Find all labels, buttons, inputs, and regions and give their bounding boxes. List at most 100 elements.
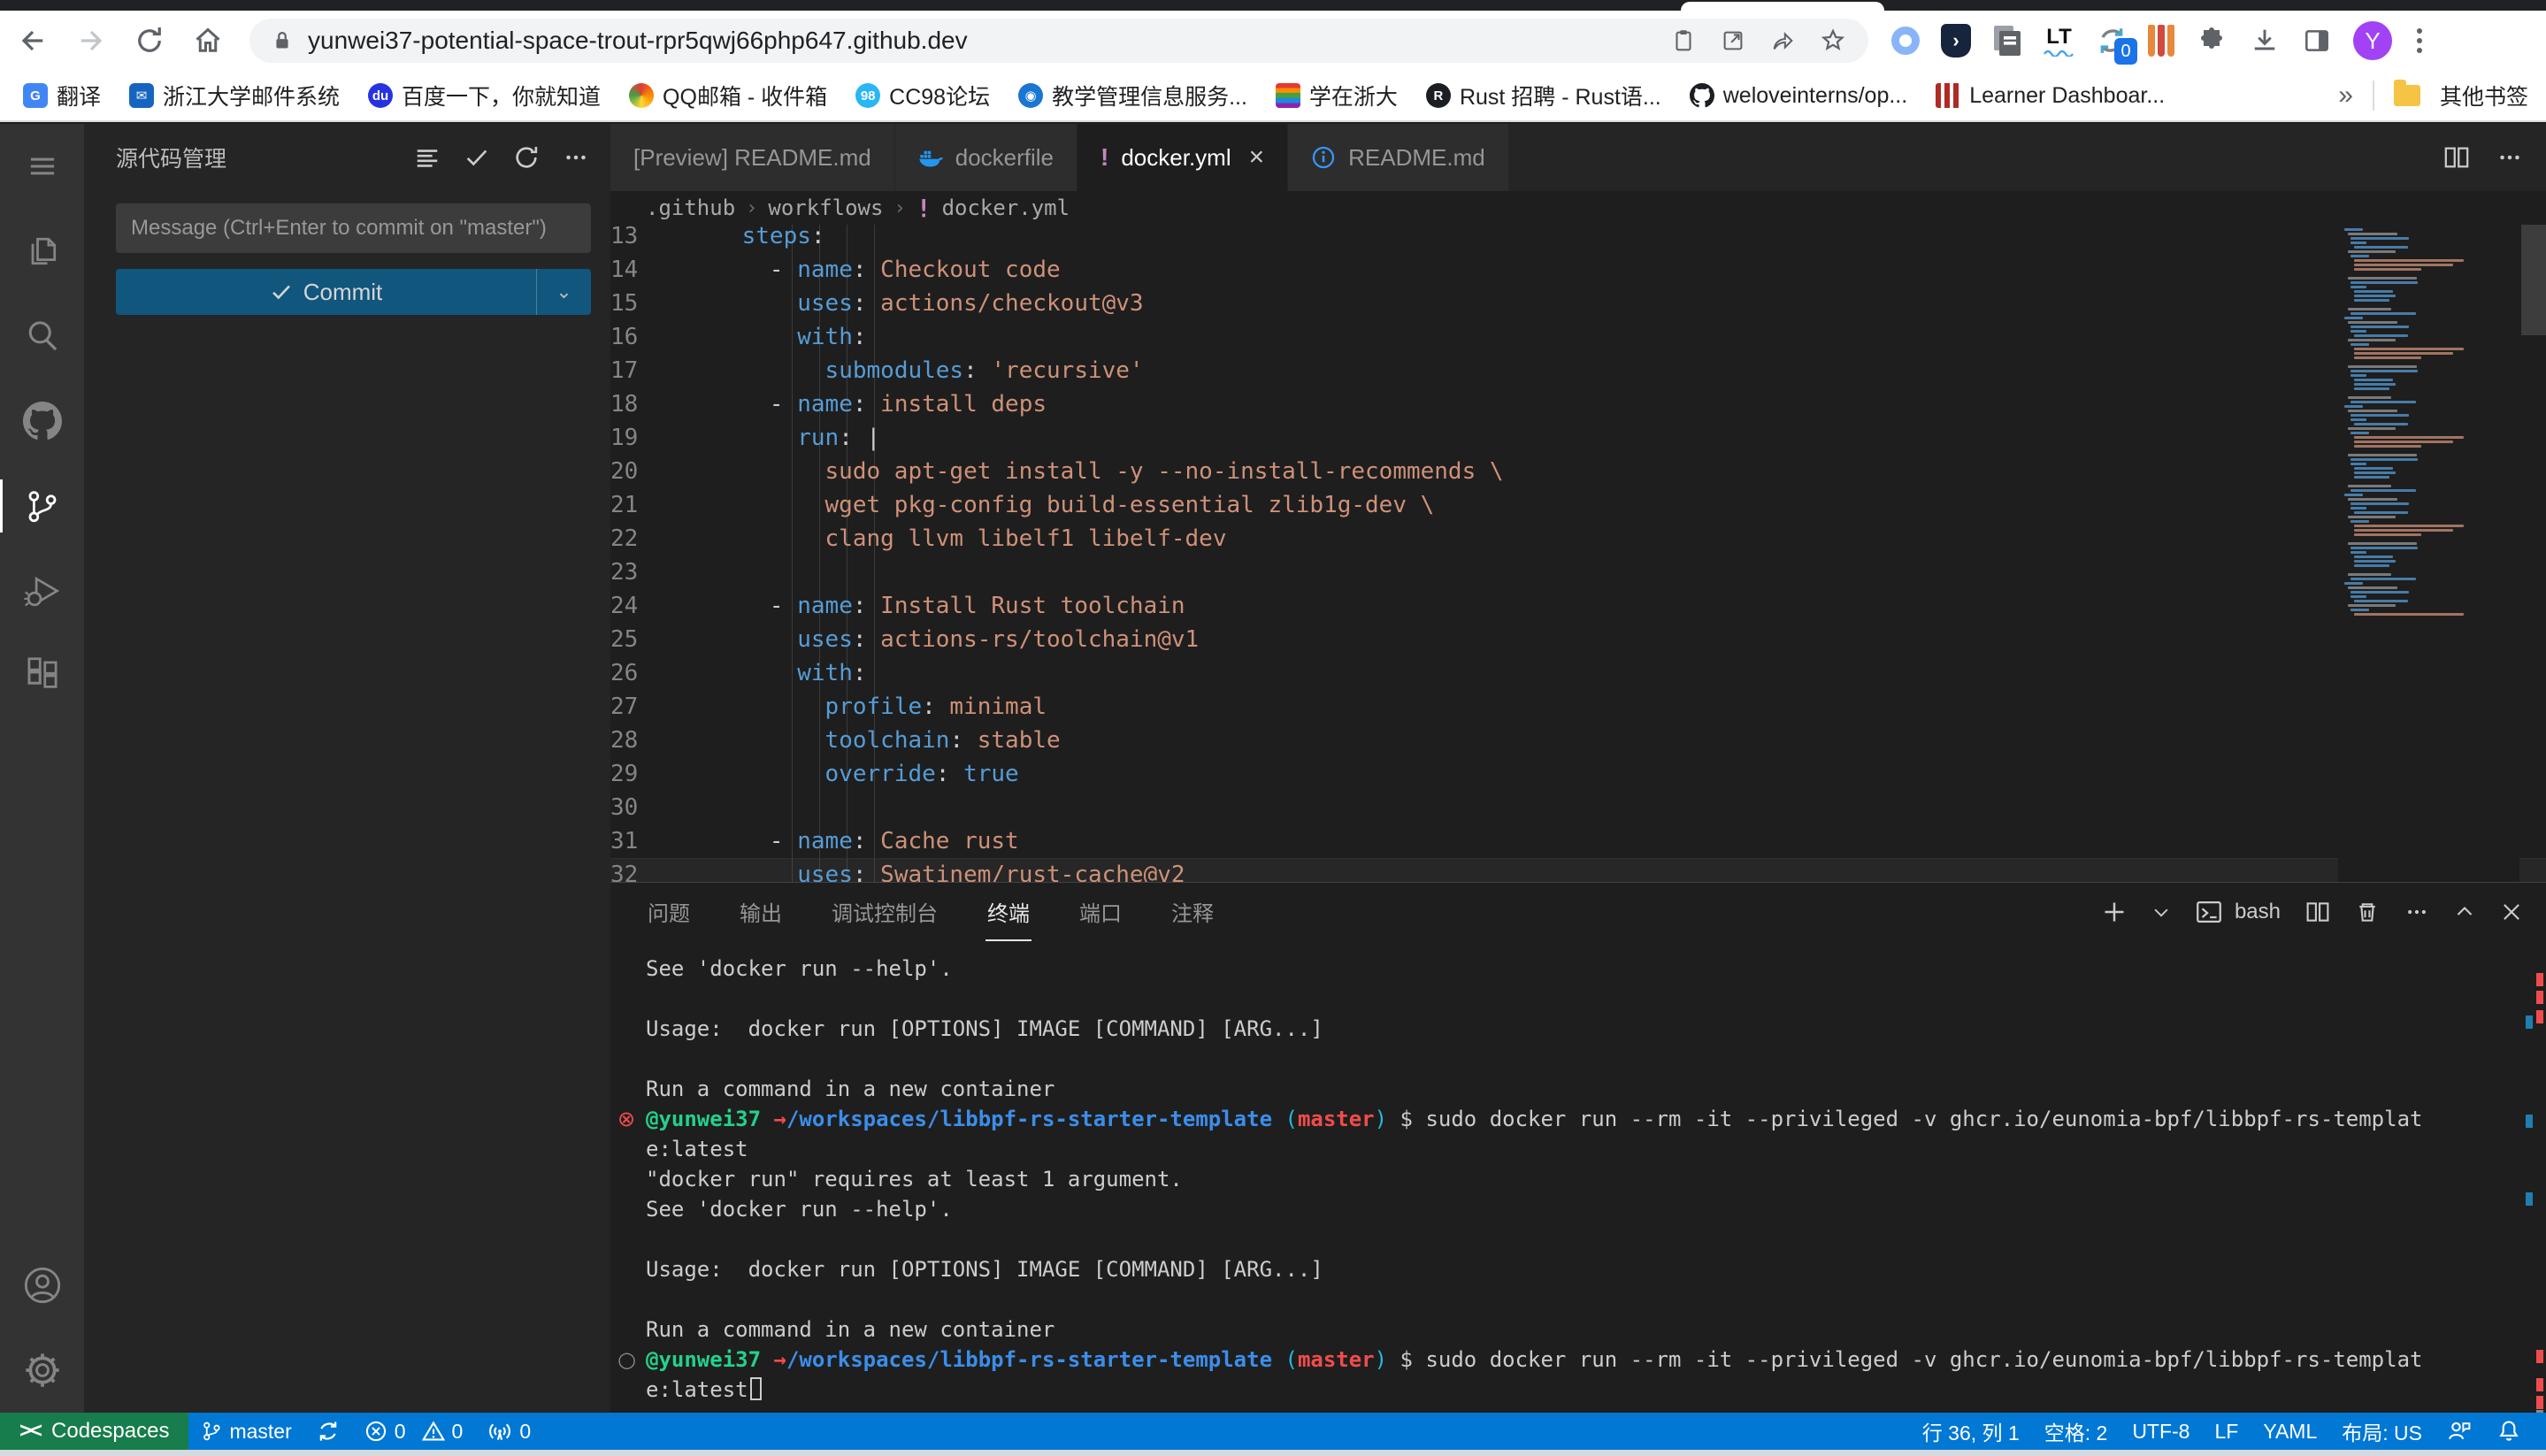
sync-indicator[interactable] bbox=[304, 1413, 352, 1450]
commit-check-icon[interactable] bbox=[464, 144, 490, 171]
bookmark-item[interactable]: weloveinterns/op... bbox=[1679, 78, 1918, 114]
source-control-icon[interactable] bbox=[0, 464, 84, 548]
browser-menu-icon[interactable] bbox=[2417, 28, 2422, 53]
ext-shield-icon[interactable]: › bbox=[1941, 24, 1971, 57]
split-terminal-icon[interactable] bbox=[2305, 900, 2330, 924]
ext-pencils-icon[interactable] bbox=[2148, 25, 2174, 57]
menu-icon[interactable] bbox=[0, 124, 84, 209]
line-number[interactable]: 26 bbox=[610, 656, 686, 690]
refresh-icon[interactable] bbox=[513, 144, 540, 171]
indentation-indicator[interactable]: 空格: 2 bbox=[2032, 1413, 2120, 1450]
view-as-list-icon[interactable] bbox=[414, 144, 441, 171]
panel-tab-终端[interactable]: 终端 bbox=[985, 884, 1031, 941]
line-number[interactable]: 13 bbox=[610, 225, 686, 253]
problems-indicator[interactable]: 0 0 bbox=[352, 1413, 476, 1450]
new-terminal-icon[interactable] bbox=[2102, 900, 2127, 924]
panel-tab-调试控制台[interactable]: 调试控制台 bbox=[830, 884, 939, 941]
bookmark-item[interactable]: Learner Dashboar... bbox=[1925, 78, 2175, 114]
keyboard-layout-indicator[interactable]: 布局: US bbox=[2329, 1413, 2435, 1450]
breadcrumb-file[interactable]: docker.yml bbox=[942, 195, 1070, 220]
cursor-position[interactable]: 行 36, 列 1 bbox=[1910, 1413, 2032, 1450]
reading-list-icon[interactable] bbox=[1670, 27, 1697, 54]
breadcrumb-part[interactable]: .github bbox=[646, 195, 735, 220]
tab--preview-readme.md[interactable]: [Preview] README.md bbox=[610, 124, 895, 191]
bookmark-item[interactable]: G翻译 bbox=[12, 74, 111, 117]
other-bookmarks-label[interactable]: 其他书签 bbox=[2440, 80, 2528, 111]
remote-indicator[interactable]: >< Codespaces bbox=[0, 1413, 188, 1450]
line-number[interactable]: 31 bbox=[610, 824, 686, 858]
forward-button[interactable] bbox=[65, 15, 117, 66]
search-icon[interactable] bbox=[0, 294, 84, 379]
commit-button[interactable]: Commit ⌄ bbox=[116, 269, 591, 315]
line-number[interactable]: 23 bbox=[610, 556, 686, 589]
close-panel-icon[interactable] bbox=[2500, 900, 2523, 923]
bookmark-item[interactable]: ◉教学管理信息服务... bbox=[1008, 74, 1258, 117]
ports-indicator[interactable]: 0 bbox=[475, 1413, 543, 1450]
open-in-window-icon[interactable] bbox=[1720, 27, 1746, 54]
account-icon[interactable] bbox=[0, 1243, 84, 1328]
editor-more-icon[interactable] bbox=[2496, 144, 2523, 171]
github-icon[interactable] bbox=[0, 379, 84, 464]
panel-tab-注释[interactable]: 注释 bbox=[1169, 884, 1215, 941]
language-indicator[interactable]: YAML bbox=[2251, 1413, 2329, 1450]
panel-more-icon[interactable] bbox=[2404, 900, 2429, 924]
bookmarks-overflow-chevron[interactable]: » bbox=[2338, 80, 2353, 111]
extensions-puzzle-icon[interactable] bbox=[2196, 25, 2228, 57]
reload-button[interactable] bbox=[124, 15, 175, 66]
terminal-output[interactable]: See 'docker run --help'.Usage: docker ru… bbox=[610, 941, 2546, 1413]
line-number[interactable]: 27 bbox=[610, 690, 686, 724]
settings-gear-icon[interactable] bbox=[0, 1328, 84, 1413]
code-editor[interactable]: 13 steps:14 - name: Checkout code15 uses… bbox=[610, 225, 2546, 882]
line-number[interactable]: 21 bbox=[610, 488, 686, 522]
panel-tab-输出[interactable]: 输出 bbox=[738, 884, 784, 941]
home-button[interactable] bbox=[182, 15, 234, 66]
back-button[interactable] bbox=[7, 15, 58, 66]
panel-tab-问题[interactable]: 问题 bbox=[646, 884, 692, 941]
commit-message-input[interactable] bbox=[116, 203, 591, 253]
shell-label[interactable]: bash bbox=[2235, 900, 2281, 924]
ext-languagetool-icon[interactable]: LT bbox=[2044, 25, 2075, 57]
split-editor-icon[interactable] bbox=[2443, 144, 2470, 171]
breadcrumb[interactable]: .github›workflows›!docker.yml bbox=[610, 191, 2546, 225]
bookmark-item[interactable]: QQ邮箱 - 收件箱 bbox=[618, 74, 838, 117]
eol-indicator[interactable]: LF bbox=[2202, 1413, 2251, 1450]
tab-docker.yml[interactable]: !docker.yml× bbox=[1077, 124, 1288, 191]
terminal-dropdown-chevron[interactable] bbox=[2151, 902, 2171, 922]
tab-close-icon[interactable]: × bbox=[1249, 142, 1265, 172]
address-bar[interactable]: yunwei37-potential-space-trout-rpr5qwj66… bbox=[249, 19, 1868, 63]
line-number[interactable]: 19 bbox=[610, 421, 686, 455]
share-icon[interactable] bbox=[1769, 27, 1796, 54]
maximize-panel-chevron[interactable] bbox=[2454, 901, 2475, 923]
line-number[interactable]: 22 bbox=[610, 522, 686, 556]
breadcrumb-part[interactable]: workflows bbox=[768, 195, 883, 220]
ext-sync-icon[interactable]: 0 bbox=[2097, 26, 2127, 56]
bookmark-item[interactable]: ✉浙江大学邮件系统 bbox=[119, 74, 350, 117]
line-number[interactable]: 30 bbox=[610, 791, 686, 824]
line-number[interactable]: 16 bbox=[610, 320, 686, 354]
commit-dropdown-chevron[interactable]: ⌄ bbox=[536, 269, 591, 315]
downloads-icon[interactable] bbox=[2249, 25, 2281, 57]
line-number[interactable]: 25 bbox=[610, 623, 686, 656]
line-number[interactable]: 28 bbox=[610, 724, 686, 757]
ext-pages-icon[interactable] bbox=[1992, 24, 2022, 57]
run-debug-icon[interactable] bbox=[0, 548, 84, 633]
line-number[interactable]: 17 bbox=[610, 354, 686, 387]
branch-indicator[interactable]: master bbox=[188, 1413, 303, 1450]
ext-ring-icon[interactable] bbox=[1891, 27, 1920, 55]
bookmark-item[interactable]: du百度一下，你就知道 bbox=[357, 74, 611, 117]
line-number[interactable]: 15 bbox=[610, 287, 686, 320]
encoding-indicator[interactable]: UTF-8 bbox=[2120, 1413, 2202, 1450]
line-number[interactable]: 29 bbox=[610, 757, 686, 791]
sidebar-toggle-icon[interactable] bbox=[2302, 26, 2332, 56]
editor-scrollbar[interactable] bbox=[2521, 225, 2546, 335]
line-number[interactable]: 18 bbox=[610, 387, 686, 421]
browser-active-tab[interactable] bbox=[1681, 2, 1884, 11]
bookmark-item[interactable]: RRust 招聘 - Rust语... bbox=[1415, 74, 1672, 117]
more-actions-icon[interactable] bbox=[563, 144, 589, 171]
bookmark-item[interactable]: 学在浙大 bbox=[1265, 74, 1408, 117]
line-number[interactable]: 20 bbox=[610, 455, 686, 488]
feedback-button[interactable] bbox=[2435, 1413, 2484, 1450]
kill-terminal-trash-icon[interactable] bbox=[2355, 900, 2380, 924]
tab-dockerfile[interactable]: dockerfile bbox=[895, 124, 1077, 191]
line-number[interactable]: 14 bbox=[610, 253, 686, 287]
